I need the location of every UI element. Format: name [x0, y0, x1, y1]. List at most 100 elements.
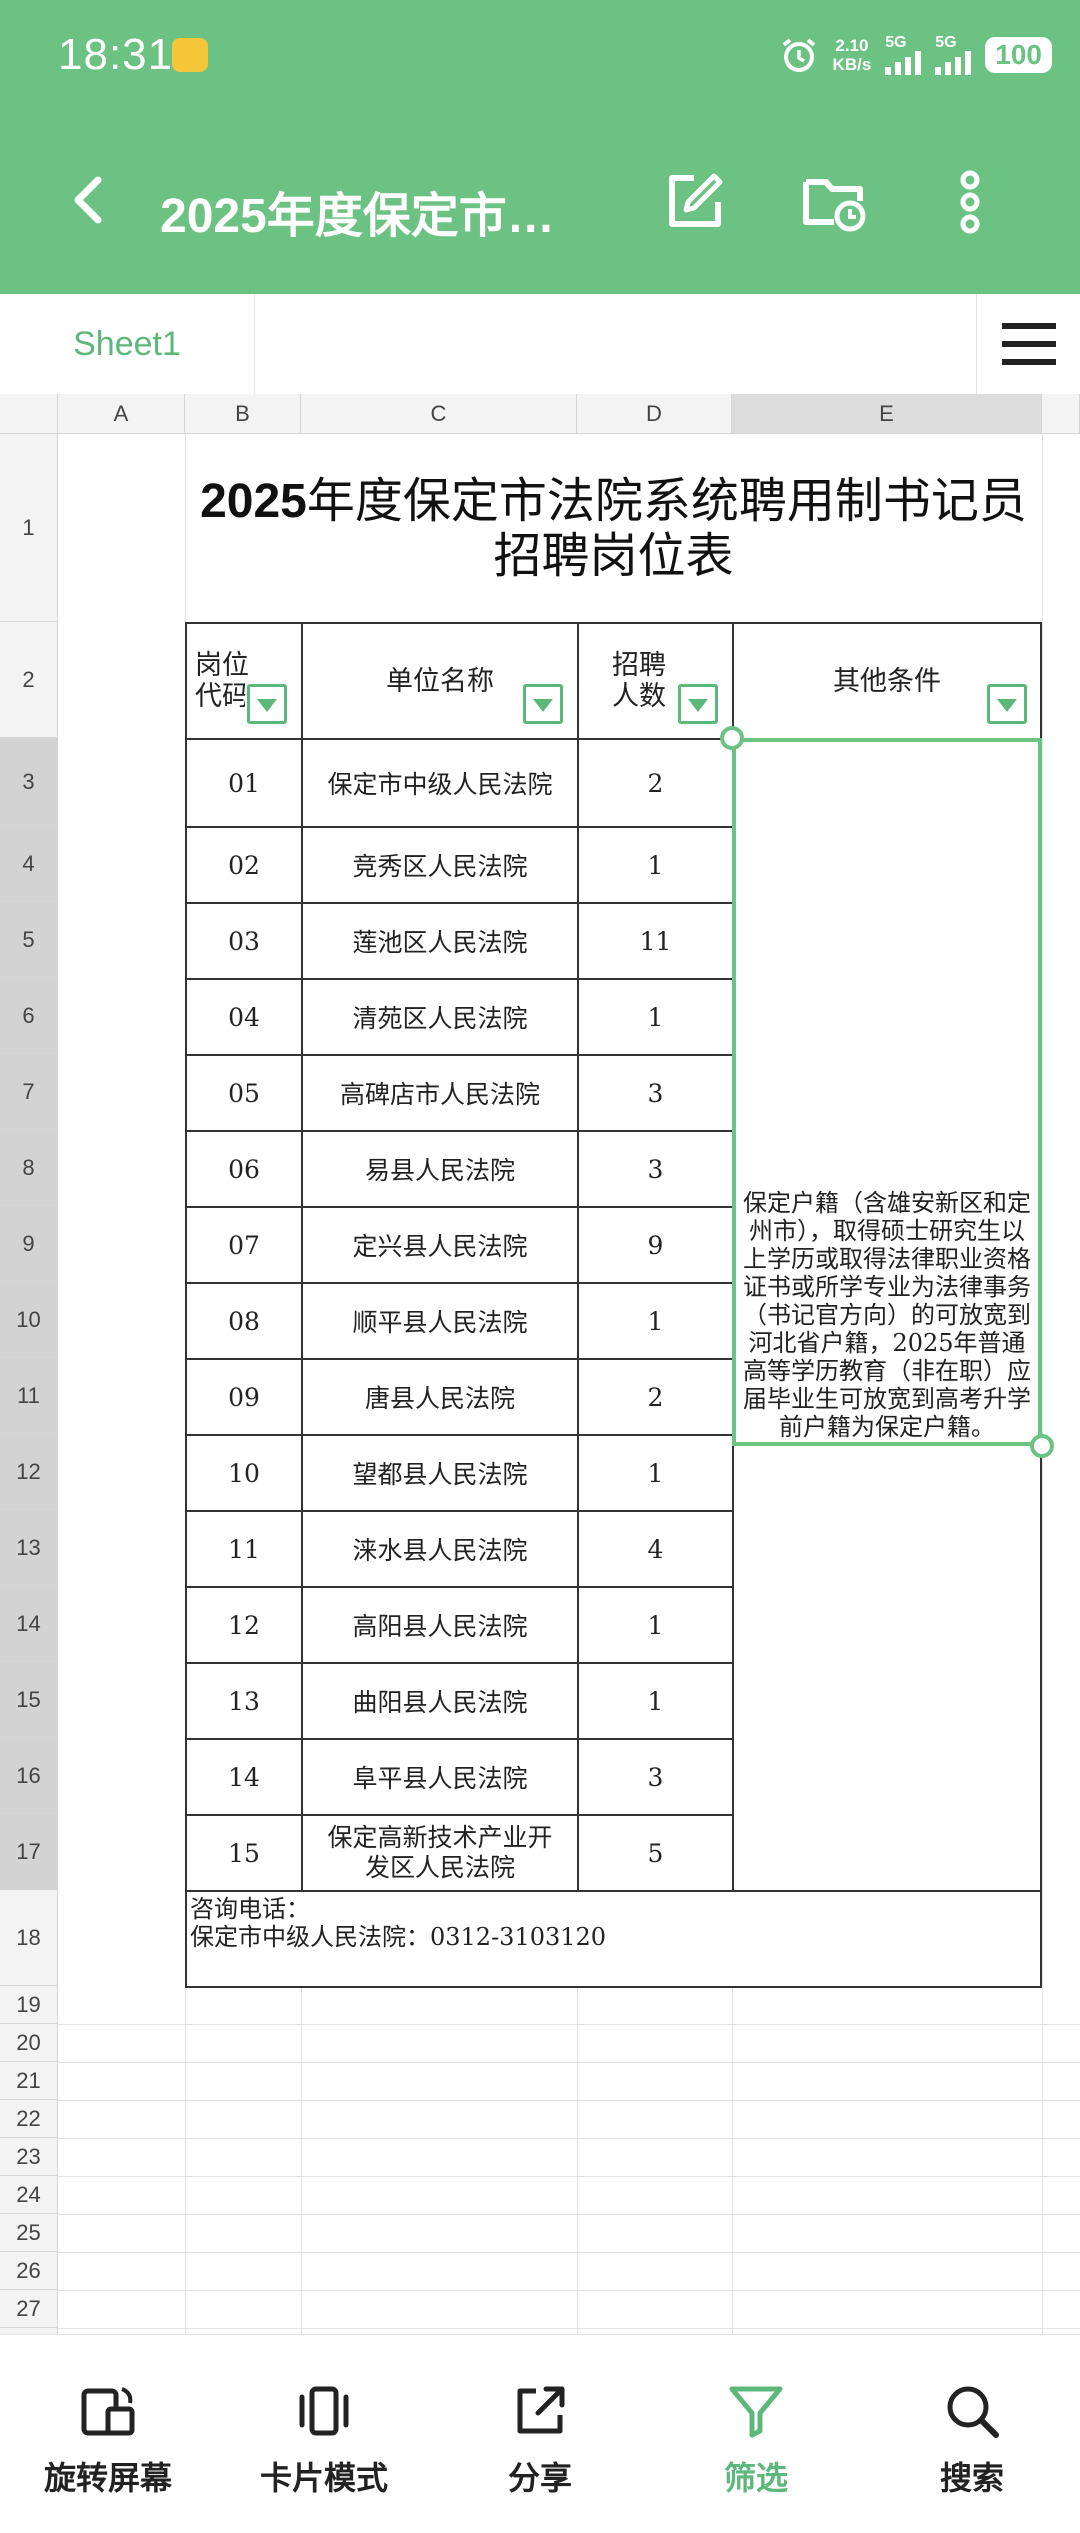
- cell-code[interactable]: 02: [187, 828, 301, 902]
- row-header-25[interactable]: 25: [0, 2214, 58, 2252]
- tab-sheet1[interactable]: Sheet1: [0, 294, 255, 394]
- cell-unit[interactable]: 竞秀区人民法院: [303, 828, 577, 902]
- card-mode-button[interactable]: 卡片模式: [216, 2335, 432, 2533]
- row-header-18[interactable]: 18: [0, 1890, 58, 1986]
- cell-code[interactable]: 04: [187, 980, 301, 1054]
- row-header-24[interactable]: 24: [0, 2176, 58, 2214]
- row-header-5[interactable]: 5: [0, 902, 58, 978]
- filter-dropdown-c[interactable]: [523, 684, 563, 724]
- cell-count[interactable]: 4: [579, 1512, 732, 1586]
- contact-line[interactable]: 保定市中级人民法院：0312-3103120: [190, 1922, 606, 1952]
- cell-count[interactable]: 11: [579, 904, 732, 978]
- cell-unit[interactable]: 涞水县人民法院: [303, 1512, 577, 1586]
- row-header-14[interactable]: 14: [0, 1586, 58, 1662]
- contact-label[interactable]: 咨询电话：: [190, 1894, 310, 1924]
- row-header-9[interactable]: 9: [0, 1206, 58, 1282]
- cell-count[interactable]: 3: [579, 1132, 732, 1206]
- cell-code[interactable]: 12: [187, 1588, 301, 1662]
- column-header-b[interactable]: B: [185, 394, 301, 434]
- cell-count[interactable]: 5: [579, 1816, 732, 1890]
- cell-code[interactable]: 07: [187, 1208, 301, 1282]
- cell-code[interactable]: 06: [187, 1132, 301, 1206]
- cell-code[interactable]: 14: [187, 1740, 301, 1814]
- cell-count[interactable]: 2: [579, 740, 732, 826]
- selection-handle-bottom-right[interactable]: [1030, 1434, 1054, 1458]
- cell-unit[interactable]: 定兴县人民法院: [303, 1208, 577, 1282]
- cell-count[interactable]: 1: [579, 1588, 732, 1662]
- cell-unit[interactable]: 莲池区人民法院: [303, 904, 577, 978]
- row-header-17[interactable]: 17: [0, 1814, 58, 1890]
- row-header-26[interactable]: 26: [0, 2252, 58, 2290]
- cell-code[interactable]: 11: [187, 1512, 301, 1586]
- row-header-15[interactable]: 15: [0, 1662, 58, 1738]
- row-header-27[interactable]: 27: [0, 2290, 58, 2328]
- cell-unit[interactable]: 唐县人民法院: [303, 1360, 577, 1434]
- row-header-7[interactable]: 7: [0, 1054, 58, 1130]
- folder-clock-icon[interactable]: [798, 166, 870, 238]
- cell-unit[interactable]: 望都县人民法院: [303, 1436, 577, 1510]
- cell-unit[interactable]: 高碑店市人民法院: [303, 1056, 577, 1130]
- row-header-10[interactable]: 10: [0, 1282, 58, 1358]
- row-header-8[interactable]: 8: [0, 1130, 58, 1206]
- row-header-11[interactable]: 11: [0, 1358, 58, 1434]
- row-header-12[interactable]: 12: [0, 1434, 58, 1510]
- row-header-6[interactable]: 6: [0, 978, 58, 1054]
- search-button[interactable]: 搜索: [864, 2335, 1080, 2533]
- cell-code[interactable]: 05: [187, 1056, 301, 1130]
- share-button[interactable]: 分享: [432, 2335, 648, 2533]
- spreadsheet-grid[interactable]: A B C D E 1 2 3 4 5 6 7 8 9 10 11 12 13 …: [0, 394, 1080, 2334]
- cell-code[interactable]: 09: [187, 1360, 301, 1434]
- cell-code[interactable]: 08: [187, 1284, 301, 1358]
- filter-dropdown-e[interactable]: [987, 684, 1027, 724]
- row-header-4[interactable]: 4: [0, 826, 58, 902]
- row-header-13[interactable]: 13: [0, 1510, 58, 1586]
- cell-unit[interactable]: 保定高新技术产业开发区人民法院: [303, 1816, 577, 1890]
- column-header-f[interactable]: [1042, 394, 1080, 434]
- cell-unit[interactable]: 曲阳县人民法院: [303, 1664, 577, 1738]
- filter-dropdown-d[interactable]: [678, 684, 718, 724]
- column-header-c[interactable]: C: [301, 394, 577, 434]
- edit-icon[interactable]: [658, 166, 730, 238]
- cell-unit[interactable]: 保定市中级人民法院: [303, 740, 577, 826]
- column-header-e[interactable]: E: [732, 394, 1042, 434]
- cell-count[interactable]: 9: [579, 1208, 732, 1282]
- cell-count[interactable]: 2: [579, 1360, 732, 1434]
- sheet-menu-button[interactable]: [976, 294, 1080, 394]
- filter-dropdown-b[interactable]: [247, 684, 287, 724]
- cell-unit[interactable]: 高阳县人民法院: [303, 1588, 577, 1662]
- selection-handle-top-left[interactable]: [720, 726, 744, 750]
- row-header-1[interactable]: 1: [0, 434, 58, 622]
- rotate-screen-button[interactable]: 旋转屏幕: [0, 2335, 216, 2533]
- cell-unit[interactable]: 阜平县人民法院: [303, 1740, 577, 1814]
- sheet-title-cell[interactable]: 2025年度保定市法院系统聘用制书记员 招聘岗位表: [185, 434, 1042, 622]
- column-header-d[interactable]: D: [577, 394, 732, 434]
- row-header-21[interactable]: 21: [0, 2062, 58, 2100]
- row-header-2[interactable]: 2: [0, 622, 58, 738]
- cell-count[interactable]: 1: [579, 1664, 732, 1738]
- cell-code[interactable]: 01: [187, 740, 301, 826]
- cell-count[interactable]: 1: [579, 1436, 732, 1510]
- cell-unit[interactable]: 清苑区人民法院: [303, 980, 577, 1054]
- column-header-a[interactable]: A: [58, 394, 185, 434]
- row-header-16[interactable]: 16: [0, 1738, 58, 1814]
- row-header-22[interactable]: 22: [0, 2100, 58, 2138]
- cell-count[interactable]: 3: [579, 1056, 732, 1130]
- row-header-19[interactable]: 19: [0, 1986, 58, 2024]
- cell-code[interactable]: 13: [187, 1664, 301, 1738]
- cell-count[interactable]: 1: [579, 1284, 732, 1358]
- cell-code[interactable]: 10: [187, 1436, 301, 1510]
- cell-code[interactable]: 15: [187, 1816, 301, 1890]
- cell-count[interactable]: 3: [579, 1740, 732, 1814]
- cell-count[interactable]: 1: [579, 828, 732, 902]
- row-header-23[interactable]: 23: [0, 2138, 58, 2176]
- row-header-20[interactable]: 20: [0, 2024, 58, 2062]
- filter-button[interactable]: 筛选: [648, 2335, 864, 2533]
- cell-unit[interactable]: 顺平县人民法院: [303, 1284, 577, 1358]
- cell-count[interactable]: 1: [579, 980, 732, 1054]
- corner-cell[interactable]: [0, 394, 58, 434]
- back-arrow-icon[interactable]: [60, 170, 120, 230]
- cell-unit[interactable]: 易县人民法院: [303, 1132, 577, 1206]
- more-vertical-icon[interactable]: [934, 166, 1006, 238]
- cell-code[interactable]: 03: [187, 904, 301, 978]
- row-header-3[interactable]: 3: [0, 738, 58, 826]
